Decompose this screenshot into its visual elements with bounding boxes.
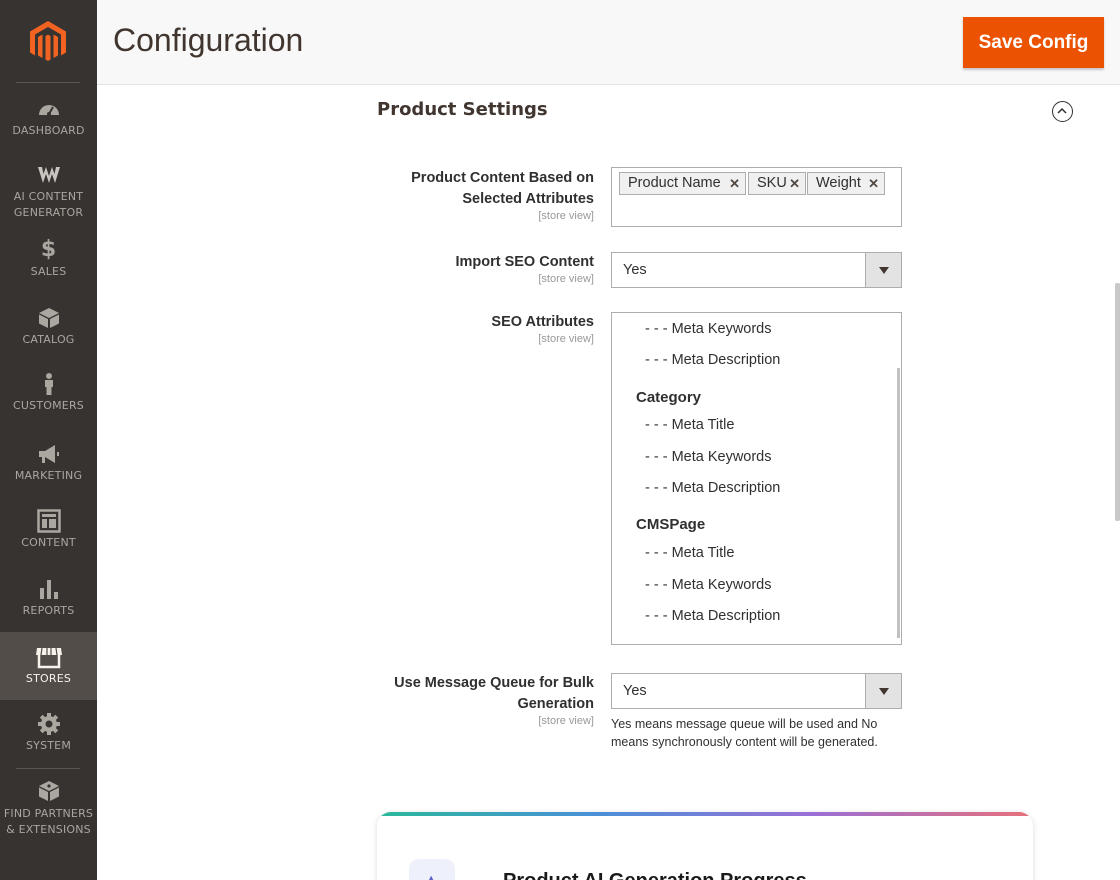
message-queue-label: Use Message Queue for Bulk Generation [s… (394, 675, 594, 727)
gear-icon (37, 713, 60, 735)
list-option[interactable]: - - - Meta Title (645, 545, 734, 561)
page-title: Configuration (113, 22, 304, 58)
logo-divider (16, 82, 80, 83)
remove-tag-icon[interactable]: ✕ (868, 173, 879, 194)
nav-label: FIND PARTNERS & EXTENSIONS (3, 807, 94, 836)
dashboard-icon (38, 105, 59, 116)
save-config-button[interactable]: Save Config (963, 17, 1104, 68)
list-option[interactable]: - - - Meta Keywords (645, 577, 772, 593)
scope-label: [store view] (538, 715, 594, 727)
dollar-icon: $ (40, 237, 57, 262)
nav-reports[interactable]: REPORTS (0, 577, 97, 621)
nav-label: AI CONTENT GENERATOR (13, 190, 84, 219)
admin-sidebar: DASHBOARD AI CONTENT GENERATOR $ SALES CA… (0, 0, 97, 880)
chevron-up-icon (1057, 107, 1067, 114)
import-seo-label: Import SEO Content [store view] (455, 254, 594, 285)
nav-customers[interactable]: CUSTOMERS (0, 372, 97, 416)
nav-label: STORES (25, 672, 72, 685)
tag-product-name[interactable]: Product Name ✕ (619, 172, 746, 195)
remove-tag-icon[interactable]: ✕ (789, 173, 800, 194)
listbox-scrollbar[interactable] (897, 368, 900, 638)
nav-marketing[interactable]: MARKETING (0, 442, 97, 486)
sidebar-divider (16, 768, 80, 769)
nav-label: SALES (30, 265, 67, 278)
list-group-label: Category (636, 389, 702, 406)
nav-label: MARKETING (14, 469, 83, 482)
product-content-label: Product Content Based on Selected Attrib… (411, 170, 594, 222)
person-icon (44, 373, 53, 395)
layout-icon (36, 509, 61, 533)
box-icon (38, 308, 59, 328)
nav-find-partners[interactable]: FIND PARTNERS & EXTENSIONS (0, 780, 97, 840)
progress-icon: ▲ (409, 859, 455, 880)
bar-chart-icon (39, 580, 58, 599)
dropdown-arrow-icon[interactable] (865, 253, 901, 287)
nav-catalog[interactable]: CATALOG (0, 306, 97, 350)
remove-tag-icon[interactable]: ✕ (729, 173, 740, 194)
page-header: Configuration Save Config (97, 0, 1120, 85)
progress-card-title: Product AI Generation Progress (503, 870, 807, 880)
nav-label: REPORTS (22, 604, 75, 617)
scope-label: [store view] (538, 273, 594, 285)
list-option[interactable]: - - - Meta Keywords (645, 321, 772, 337)
list-option[interactable]: - - - Meta Description (645, 352, 780, 368)
storefront-icon (35, 647, 62, 669)
scope-label: [store view] (538, 333, 594, 345)
dropdown-arrow-icon[interactable] (865, 674, 901, 708)
list-option[interactable]: - - - Meta Title (645, 417, 734, 433)
page-scrollbar[interactable] (1115, 283, 1120, 521)
collapse-section-button[interactable] (1052, 101, 1073, 122)
nav-content[interactable]: CONTENT (0, 509, 97, 553)
nav-label: CATALOG (22, 333, 75, 346)
product-attributes-multiselect[interactable]: Product Name ✕ SKU ✕ Weight ✕ (611, 167, 902, 227)
nav-ai-content-generator[interactable]: AI CONTENT GENERATOR (0, 163, 97, 223)
nav-label: CONTENT (21, 536, 76, 549)
megaphone-icon (38, 445, 59, 463)
import-seo-select[interactable]: Yes (611, 252, 902, 288)
message-queue-select[interactable]: Yes (611, 673, 902, 709)
nav-stores[interactable]: STORES (0, 632, 97, 700)
card-gradient-bar (377, 812, 1033, 816)
tag-weight[interactable]: Weight ✕ (807, 172, 885, 195)
magento-logo-icon[interactable] (28, 20, 68, 64)
nav-label: SYSTEM (25, 739, 72, 752)
message-queue-note: Yes means message queue will be used and… (611, 717, 878, 749)
nav-label: CUSTOMERS (13, 399, 84, 412)
nav-dashboard[interactable]: DASHBOARD (0, 97, 97, 145)
list-option[interactable]: - - - Meta Description (645, 480, 780, 496)
ai-logo-icon (37, 167, 60, 183)
scope-label: [store view] (538, 210, 594, 222)
seo-attributes-label: SEO Attributes [store view] (491, 314, 594, 345)
blocks-icon (38, 781, 59, 801)
nav-sales[interactable]: $ SALES (0, 238, 97, 282)
seo-attributes-listbox[interactable]: - - - Meta Keywords - - - Meta Descripti… (611, 312, 902, 645)
nav-label: DASHBOARD (12, 124, 85, 137)
tag-sku[interactable]: SKU ✕ (748, 172, 806, 195)
progress-card: ▲ Product AI Generation Progress (377, 812, 1033, 880)
section-title[interactable]: Product Settings (377, 99, 548, 120)
list-option[interactable]: - - - Meta Description (645, 608, 780, 624)
list-group-label: CMSPage (636, 516, 706, 533)
nav-system[interactable]: SYSTEM (0, 712, 97, 756)
list-option[interactable]: - - - Meta Keywords (645, 449, 772, 465)
